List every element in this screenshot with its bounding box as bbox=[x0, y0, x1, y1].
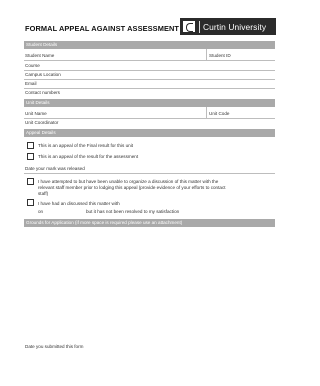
date-released-rule bbox=[24, 173, 275, 174]
student-details-heading: Student Details bbox=[26, 42, 58, 47]
contact-numbers-label: Contact numbers bbox=[25, 90, 60, 95]
student-id-label: Student ID bbox=[209, 53, 231, 58]
discussed-checkbox[interactable] bbox=[27, 199, 34, 206]
student-name-rule bbox=[24, 60, 275, 61]
student-name-label: Student Name bbox=[25, 53, 55, 58]
unable-to-discuss-line2: relevant staff member prior to lodging t… bbox=[38, 185, 226, 190]
unit-coordinator-label: Unit Coordinator bbox=[25, 120, 59, 125]
campus-rule bbox=[24, 79, 275, 80]
not-resolved-label: but it has not been resolved to my satis… bbox=[86, 209, 180, 214]
logo-text: Curtin University bbox=[203, 21, 267, 32]
email-rule bbox=[24, 88, 275, 89]
student-details-header: Student Details bbox=[24, 41, 275, 49]
appeal-details-header: Appeal Details bbox=[24, 129, 275, 137]
unable-to-discuss-checkbox[interactable] bbox=[27, 178, 34, 185]
discussed-label: I have had an discussed this matter with bbox=[38, 201, 120, 206]
final-result-label: This is an appeal of the Final result fo… bbox=[38, 143, 133, 148]
assessment-result-checkbox[interactable] bbox=[27, 153, 34, 160]
campus-location-label: Campus Location bbox=[25, 72, 61, 77]
date-released-label: Date your mark was released bbox=[25, 166, 85, 171]
assessment-result-label: This is an appeal of the result for the … bbox=[38, 154, 139, 159]
final-result-checkbox[interactable] bbox=[27, 142, 34, 149]
logo-divider bbox=[199, 20, 200, 33]
unit-name-label: Unit Name bbox=[25, 111, 47, 116]
university-logo: Curtin University bbox=[180, 18, 276, 35]
course-rule bbox=[24, 70, 275, 71]
unit-code-label: Unit Code bbox=[209, 111, 230, 116]
unit-details-header: Unit Details bbox=[24, 99, 275, 107]
grounds-header: Grounds for Application (if more space i… bbox=[24, 219, 275, 227]
on-label: on bbox=[38, 209, 44, 214]
course-label: Course bbox=[25, 63, 40, 68]
unable-to-discuss-line1: I have attempted to but have been unable… bbox=[38, 179, 219, 184]
grounds-textarea[interactable] bbox=[24, 228, 275, 338]
curtin-crest-icon bbox=[182, 20, 196, 33]
unit-code-divider bbox=[206, 107, 207, 118]
grounds-heading: Grounds for Application (if more space i… bbox=[26, 220, 183, 225]
unit-name-rule bbox=[24, 118, 275, 119]
email-label: Email bbox=[25, 81, 37, 86]
appeal-form-page: FORMAL APPEAL AGAINST ASSESSMENT Curtin … bbox=[0, 0, 298, 386]
date-submitted-label: Date you submitted this form bbox=[25, 344, 84, 349]
unit-details-heading: Unit Details bbox=[26, 100, 50, 105]
appeal-details-heading: Appeal Details bbox=[26, 130, 56, 135]
student-id-divider bbox=[206, 49, 207, 60]
unable-to-discuss-line3: staff) bbox=[38, 191, 49, 196]
form-title: FORMAL APPEAL AGAINST ASSESSMENT bbox=[25, 24, 180, 33]
